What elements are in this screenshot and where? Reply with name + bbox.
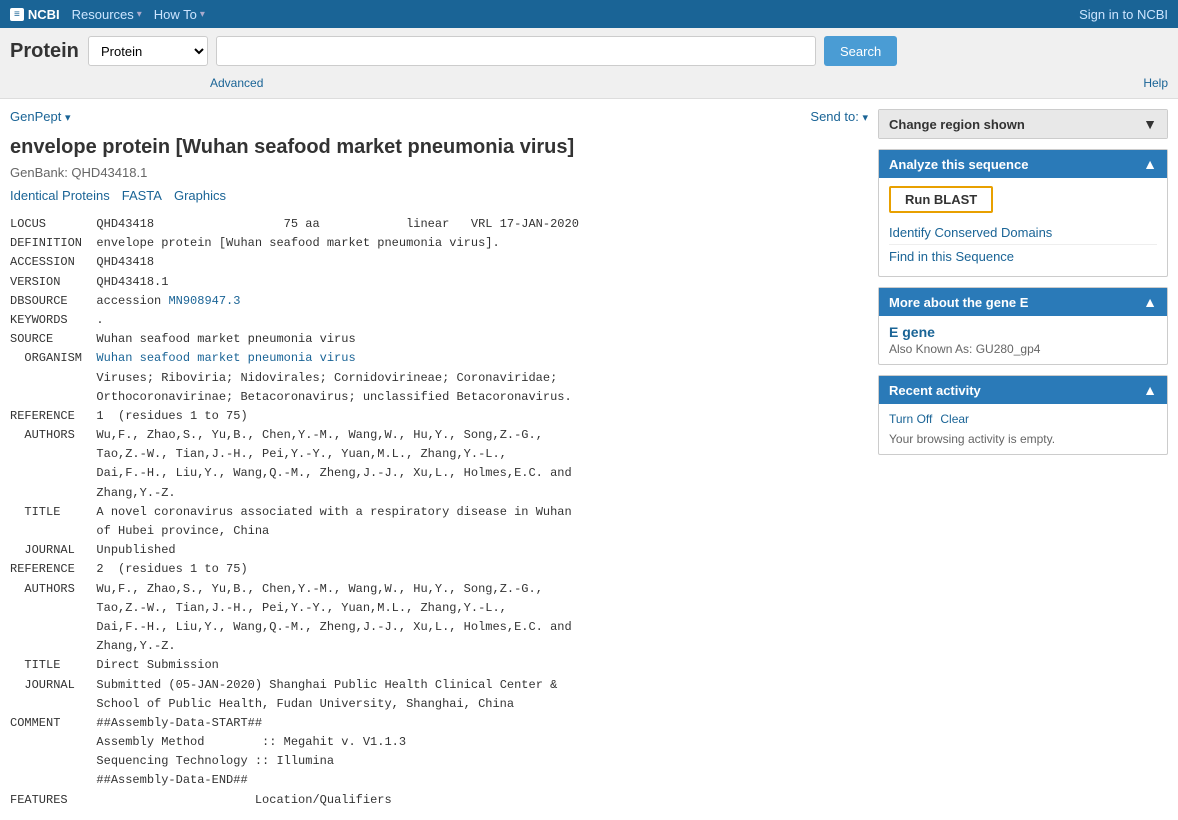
topbar-left: ≡ NCBI Resources ▾ How To ▾ xyxy=(10,7,205,22)
definition-line: DEFINITION envelope protein [Wuhan seafo… xyxy=(10,236,500,250)
ref1-authors-label: AUTHORS Wu,F., Zhao,S., Yu,B., Chen,Y.-M… xyxy=(10,428,572,500)
gene-header[interactable]: More about the gene E ▲ xyxy=(879,288,1167,316)
search-button[interactable]: Search xyxy=(824,36,897,66)
dbsource-link[interactable]: MN908947.3 xyxy=(168,294,240,308)
analyze-chevron-icon: ▲ xyxy=(1143,156,1157,172)
send-to-button[interactable]: Send to: ▾ xyxy=(810,109,868,124)
change-region-title: Change region shown xyxy=(889,117,1025,132)
organism-link[interactable]: Wuhan seafood market pneumonia virus xyxy=(96,351,355,365)
send-to-label: Send to: xyxy=(810,109,858,124)
ref2-line: REFERENCE 2 (residues 1 to 75) xyxy=(10,562,248,576)
howto-label: How To xyxy=(154,7,197,22)
activity-controls: Turn Off Clear xyxy=(889,412,1157,426)
ref1-title-label: TITLE A novel coronavirus associated wit… xyxy=(10,505,572,538)
organism-lineage: Viruses; Riboviria; Nidovirales; Cornido… xyxy=(10,371,572,404)
resources-menu[interactable]: Resources ▾ xyxy=(72,7,142,22)
source-line: SOURCE Wuhan seafood market pneumonia vi… xyxy=(10,332,356,346)
activity-section: Recent activity ▲ Turn Off Clear Your br… xyxy=(878,375,1168,455)
comment-label: COMMENT ##Assembly-Data-START## Assembly… xyxy=(10,716,406,788)
right-panel: Change region shown ▼ Analyze this seque… xyxy=(878,109,1168,810)
find-sequence-link[interactable]: Find in this Sequence xyxy=(889,245,1157,268)
change-region-header[interactable]: Change region shown ▼ xyxy=(879,110,1167,138)
dbsource-line: DBSOURCE accession MN908947.3 xyxy=(10,294,240,308)
clear-link[interactable]: Clear xyxy=(940,412,969,426)
analyze-header[interactable]: Analyze this sequence ▲ xyxy=(879,150,1167,178)
topbar-right: Sign in to NCBI xyxy=(1079,7,1168,22)
activity-chevron-icon: ▲ xyxy=(1143,382,1157,398)
version-line: VERSION QHD43418.1 xyxy=(10,275,168,289)
change-region-chevron-icon: ▼ xyxy=(1143,116,1157,132)
ncbi-logo[interactable]: ≡ NCBI xyxy=(10,7,60,22)
organism-line: ORGANISM Wuhan seafood market pneumonia … xyxy=(10,351,572,403)
ref2-title-label: TITLE Direct Submission xyxy=(10,658,219,672)
resources-label: Resources xyxy=(72,7,134,22)
activity-body: Turn Off Clear Your browsing activity is… xyxy=(879,404,1167,454)
protein-label: Protein xyxy=(10,40,80,63)
search-bar: Protein Protein Gene Nucleotide PubMed S… xyxy=(0,28,1178,99)
advanced-link[interactable]: Advanced xyxy=(210,76,263,90)
gene-aka: Also Known As: GU280_gp4 xyxy=(889,342,1157,356)
turn-off-link[interactable]: Turn Off xyxy=(889,412,932,426)
gene-body: E gene Also Known As: GU280_gp4 xyxy=(879,316,1167,364)
genpept-chevron-icon: ▾ xyxy=(65,112,71,124)
ref1-line: REFERENCE 1 (residues 1 to 75) xyxy=(10,409,248,423)
graphics-link[interactable]: Graphics xyxy=(174,188,226,203)
features-label: FEATURES Location/Qualifiers xyxy=(10,793,392,807)
identical-proteins-link[interactable]: Identical Proteins xyxy=(10,188,110,203)
comment-text: ##Assembly-Data-START## Assembly Method … xyxy=(10,716,406,788)
howto-menu[interactable]: How To ▾ xyxy=(154,7,205,22)
accession-line: ACCESSION QHD43418 xyxy=(10,255,154,269)
search-sub: Advanced Help xyxy=(10,74,1168,90)
analyze-body: Run BLAST Identify Conserved Domains Fin… xyxy=(879,178,1167,276)
activity-header[interactable]: Recent activity ▲ xyxy=(879,376,1167,404)
genbank-id: GenBank: QHD43418.1 xyxy=(10,165,868,180)
send-to-chevron-icon: ▾ xyxy=(862,112,868,124)
genpept-link[interactable]: GenPept ▾ xyxy=(10,109,70,124)
analyze-section: Analyze this sequence ▲ Run BLAST Identi… xyxy=(878,149,1168,277)
gene-section: More about the gene E ▲ E gene Also Know… xyxy=(878,287,1168,365)
left-panel: GenPept ▾ Send to: ▾ envelope protein [W… xyxy=(10,109,868,810)
ncbi-logo-icon: ≡ xyxy=(10,8,24,21)
search-input[interactable] xyxy=(216,36,816,66)
change-region-section: Change region shown ▼ xyxy=(878,109,1168,139)
features-header: Location/Qualifiers xyxy=(161,793,391,807)
ref1-title: A novel coronavirus associated with a re… xyxy=(10,505,572,538)
gene-chevron-icon: ▲ xyxy=(1143,294,1157,310)
sequence-record: LOCUS QHD43418 75 aa linear VRL 17-JAN-2… xyxy=(10,215,868,810)
ref1-journal: Unpublished xyxy=(96,543,175,557)
analyze-title: Analyze this sequence xyxy=(889,157,1028,172)
identify-domains-link[interactable]: Identify Conserved Domains xyxy=(889,221,1157,245)
help-link[interactable]: Help xyxy=(1143,76,1168,90)
breadcrumb-bar: GenPept ▾ Send to: ▾ xyxy=(10,109,868,124)
record-title: envelope protein [Wuhan seafood market p… xyxy=(10,134,868,160)
ref2-authors: Wu,F., Zhao,S., Yu,B., Chen,Y.-M., Wang,… xyxy=(10,582,572,654)
ref2-journal: Submitted (05-JAN-2020) Shanghai Public … xyxy=(10,678,557,711)
activity-title: Recent activity xyxy=(889,383,981,398)
ref1-journal-label: JOURNAL Unpublished xyxy=(10,543,176,557)
fasta-link[interactable]: FASTA xyxy=(122,188,162,203)
sub-links: Identical Proteins FASTA Graphics xyxy=(10,188,868,203)
gene-header-title: More about the gene E xyxy=(889,295,1028,310)
genpept-label: GenPept xyxy=(10,109,61,124)
ref2-title: Direct Submission xyxy=(96,658,218,672)
topbar: ≡ NCBI Resources ▾ How To ▾ Sign in to N… xyxy=(0,0,1178,28)
ref2-authors-label: AUTHORS Wu,F., Zhao,S., Yu,B., Chen,Y.-M… xyxy=(10,582,572,654)
howto-chevron-icon: ▾ xyxy=(200,9,205,20)
database-select[interactable]: Protein Gene Nucleotide PubMed xyxy=(88,36,208,66)
resources-chevron-icon: ▾ xyxy=(137,9,142,20)
ref1-authors: Wu,F., Zhao,S., Yu,B., Chen,Y.-M., Wang,… xyxy=(10,428,572,500)
ncbi-logo-text: NCBI xyxy=(28,7,60,22)
gene-name[interactable]: E gene xyxy=(889,324,1157,340)
ref2-journal-label: JOURNAL Submitted (05-JAN-2020) Shanghai… xyxy=(10,678,557,711)
main-container: GenPept ▾ Send to: ▾ envelope protein [W… xyxy=(0,99,1178,820)
run-blast-button[interactable]: Run BLAST xyxy=(889,186,993,213)
keywords-line: KEYWORDS . xyxy=(10,313,104,327)
signin-link[interactable]: Sign in to NCBI xyxy=(1079,7,1168,22)
activity-empty-text: Your browsing activity is empty. xyxy=(889,432,1157,446)
locus-line: LOCUS QHD43418 75 aa linear VRL 17-JAN-2… xyxy=(10,217,579,231)
